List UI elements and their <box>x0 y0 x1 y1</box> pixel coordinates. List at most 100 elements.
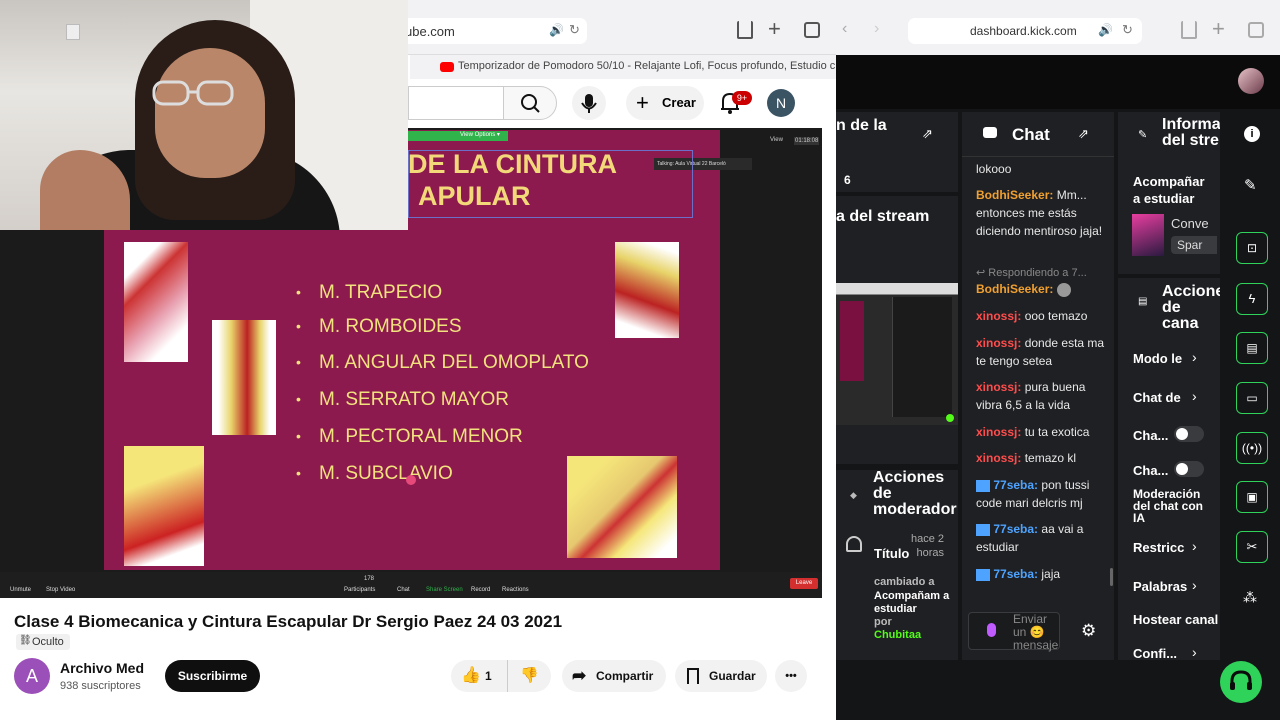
youtube-window: ube.com 🔊 ↻ + Temporizador de Pomodoro 5… <box>0 0 836 720</box>
chat-message: 77seba: pon tussi code mari delcris mj <box>976 478 1090 510</box>
plus-icon: + <box>636 90 649 115</box>
info-icon[interactable]: i <box>1244 126 1260 142</box>
document-icon[interactable]: ▤ <box>1236 332 1268 364</box>
stream-preview-thumbnail[interactable] <box>836 283 958 425</box>
stream-panel-title: n de la <box>836 117 887 134</box>
mic-icon[interactable] <box>987 623 996 637</box>
mod-time: hace 2 horas <box>910 533 944 559</box>
action-item[interactable]: Modo le <box>1133 351 1182 366</box>
apps-icon[interactable]: ⁂ <box>1243 589 1257 606</box>
chat-user[interactable]: BodhiSeeker <box>976 282 1049 296</box>
subscribe-button[interactable]: Suscribirme <box>165 660 260 692</box>
back-icon[interactable]: ‹ <box>842 20 847 38</box>
action-item[interactable]: Palabras <box>1133 579 1187 594</box>
slide-bullet: M. PECTORAL MENOR <box>296 426 523 448</box>
chat-user[interactable]: BodhiSeeker <box>976 188 1049 202</box>
chat-settings-icon[interactable]: ⚙ <box>1081 621 1096 641</box>
zoom-unmute[interactable]: Unmute <box>10 587 31 593</box>
lightning-icon[interactable]: ϟ <box>1236 283 1268 315</box>
chat-user[interactable]: xinossj <box>976 451 1017 465</box>
audio-icon[interactable]: 🔊 <box>549 23 564 37</box>
category-thumbnail[interactable] <box>1132 214 1164 256</box>
support-headset-icon[interactable] <box>1220 661 1262 703</box>
chat-popout-icon[interactable]: ⇗ <box>1078 126 1089 142</box>
mod-user[interactable]: Chubitaa <box>874 629 921 641</box>
channel-name[interactable]: Archivo Med <box>60 660 144 676</box>
chat-user[interactable]: 77seba <box>993 567 1034 581</box>
kick-url-text: dashboard.kick.com <box>970 24 1077 38</box>
tabs-icon[interactable] <box>804 22 820 38</box>
yt-address-field[interactable]: ube.com 🔊 ↻ <box>395 18 587 44</box>
yt-search-input[interactable] <box>408 86 503 120</box>
create-button[interactable]: + Crear <box>626 86 704 120</box>
yt-tab[interactable]: Temporizador de Pomodoro 50/10 - Relajan… <box>410 55 836 79</box>
action-item[interactable]: Confi... <box>1133 646 1177 661</box>
edit-icon[interactable]: ✎ <box>1244 176 1257 194</box>
camera-icon[interactable]: ⊡ <box>1236 232 1268 264</box>
spar-tag[interactable]: Spar <box>1171 236 1217 254</box>
link-icon: ⛓ <box>19 635 32 646</box>
chat-bubble-icon <box>983 127 997 138</box>
zoom-participants[interactable]: Participants <box>344 587 375 593</box>
toggle-switch[interactable] <box>1174 461 1204 477</box>
slide-bullet: M. SUBCLAVIO <box>296 463 453 485</box>
new-tab-icon[interactable]: + <box>768 16 781 42</box>
zoom-share-screen[interactable]: Share Screen <box>426 587 463 593</box>
webcam-overlay <box>0 0 408 230</box>
slide-bullet: M. ROMBOIDES <box>296 316 462 338</box>
chevron-right-icon: › <box>1192 349 1197 365</box>
chat-text: temazo kl <box>1024 451 1077 465</box>
wrench-icon[interactable]: ✂ <box>1236 531 1268 563</box>
bookmark-icon <box>687 668 699 684</box>
layout-icon[interactable]: ▣ <box>1236 481 1268 513</box>
chat-user[interactable]: xinossj <box>976 309 1017 323</box>
search-icon[interactable] <box>503 86 557 120</box>
zoom-reactions[interactable]: Reactions <box>502 587 529 593</box>
zoom-chat[interactable]: Chat <box>397 587 410 593</box>
share-button[interactable]: ➦ Compartir <box>562 660 666 692</box>
chat-user[interactable]: 77seba <box>993 478 1034 492</box>
zoom-record[interactable]: Record <box>471 587 490 593</box>
chat-user[interactable]: xinossj <box>976 425 1017 439</box>
broadcast-icon[interactable]: ((•)) <box>1236 432 1268 464</box>
like-button[interactable]: 👍 1 <box>451 660 507 692</box>
chat-message: xinossj: donde esta ma te tengo setea <box>976 336 1105 368</box>
channel-avatar[interactable]: A <box>14 658 50 694</box>
slide-title-box <box>408 150 693 218</box>
preview-chat <box>892 297 952 417</box>
reload-icon[interactable]: ↻ <box>1122 22 1133 38</box>
action-item[interactable]: Restricc <box>1133 540 1184 555</box>
audio-icon[interactable]: 🔊 <box>1098 23 1113 37</box>
chat-text: jaja <box>1041 567 1061 581</box>
zoom-stop-video[interactable]: Stop Video <box>46 587 75 593</box>
kick-profile-avatar[interactable] <box>1238 68 1264 94</box>
slide-bullet-text: M. SERRATO MAYOR <box>319 389 510 410</box>
zoom-leave-button[interactable]: Leave <box>790 578 818 589</box>
share-icon[interactable] <box>737 21 753 39</box>
mic-icon[interactable] <box>572 86 606 120</box>
yt-tab-title: Temporizador de Pomodoro 50/10 - Relajan… <box>458 60 836 72</box>
tabs-icon[interactable] <box>1248 22 1264 38</box>
chat-user[interactable]: 77seba <box>993 522 1034 536</box>
new-tab-icon[interactable]: + <box>1212 16 1225 42</box>
dislike-button[interactable]: 👎 <box>507 660 551 692</box>
forward-icon[interactable]: › <box>874 20 879 38</box>
anatomy-image <box>124 446 204 566</box>
user-avatar[interactable]: N <box>767 89 795 117</box>
chat-icon[interactable]: ▭ <box>1236 382 1268 414</box>
chat-send-input[interactable]: Enviar un 😊 mensaje <box>968 612 1060 652</box>
action-item[interactable]: Chat de <box>1133 390 1181 405</box>
chat-user[interactable]: xinossj <box>976 336 1017 350</box>
save-button[interactable]: Guardar <box>675 660 767 692</box>
toggle-switch[interactable] <box>1174 426 1204 442</box>
chat-user[interactable]: xinossj <box>976 380 1017 394</box>
kick-address-field[interactable]: dashboard.kick.com 🔊 ↻ <box>908 18 1142 44</box>
chat-scrollbar[interactable] <box>1110 568 1113 586</box>
reload-icon[interactable]: ↻ <box>569 22 580 38</box>
share-icon[interactable] <box>1181 21 1197 39</box>
action-item[interactable]: Hostear canal <box>1133 612 1218 627</box>
subscriber-count: 938 suscriptores <box>60 680 141 692</box>
more-actions-button[interactable]: ••• <box>775 660 807 692</box>
popout-icon[interactable]: ⇗ <box>922 126 933 142</box>
chat-divider <box>962 156 1114 157</box>
